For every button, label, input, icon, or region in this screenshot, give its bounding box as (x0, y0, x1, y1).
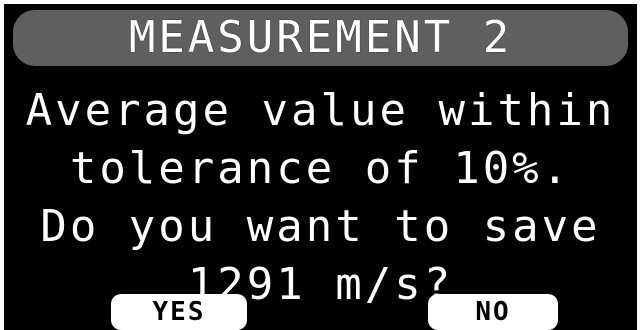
no-button[interactable]: NO (428, 294, 558, 330)
message-line-1: Average value within (25, 85, 616, 136)
device-screen: MEASUREMENT 2 Average value within toler… (4, 4, 637, 330)
page-title: MEASUREMENT 2 (128, 12, 513, 63)
message-line-3: Do you want to save (40, 201, 601, 252)
title-bar: MEASUREMENT 2 (13, 10, 628, 66)
yes-button[interactable]: YES (111, 294, 247, 330)
dialog-message: Average value within tolerance of 10%. D… (4, 82, 637, 314)
message-line-2: tolerance of 10%. (69, 143, 572, 194)
